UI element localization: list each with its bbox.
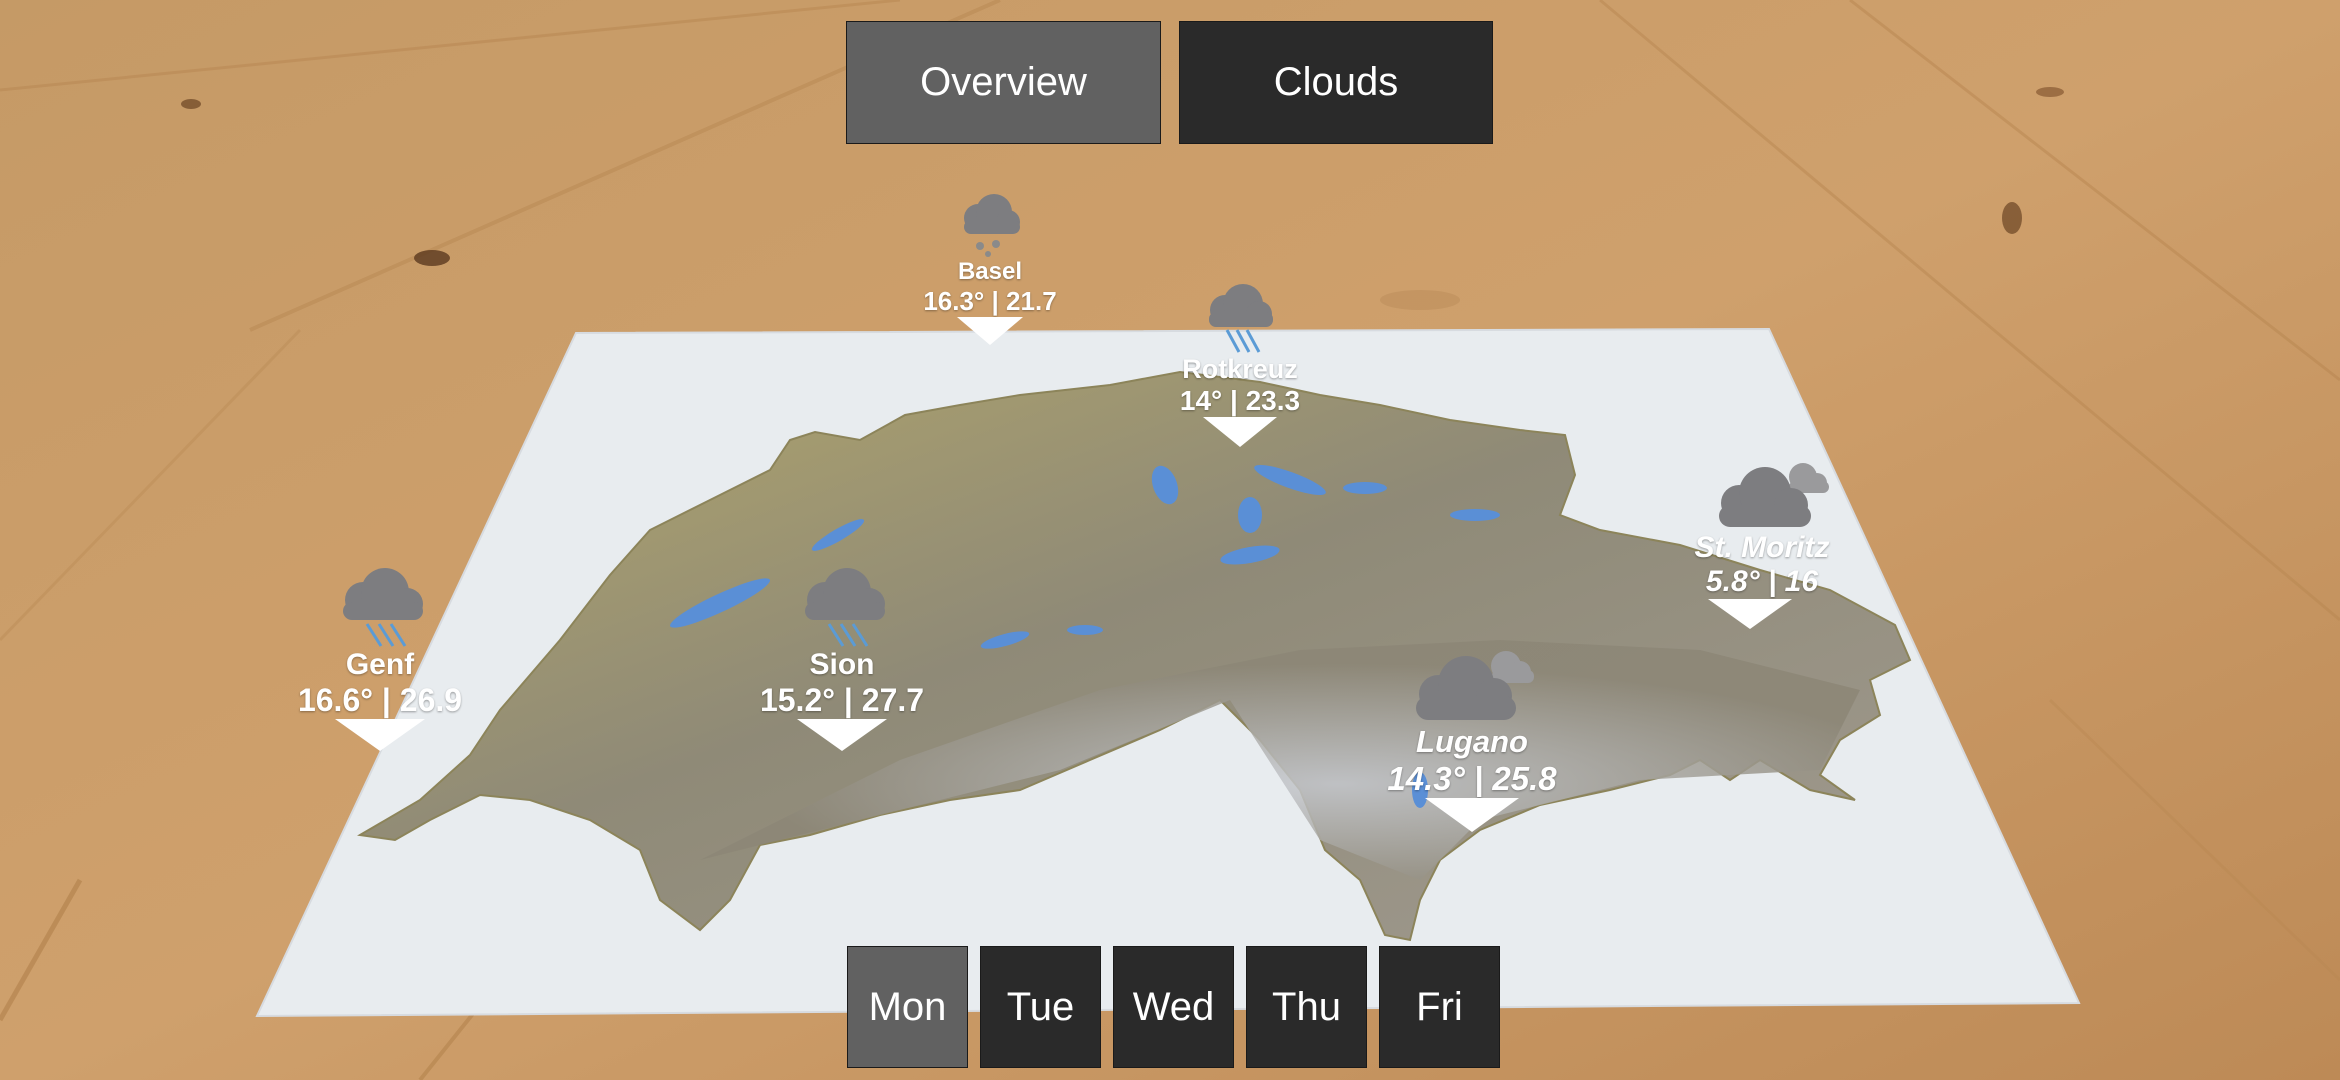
day-button-wed[interactable]: Wed	[1113, 946, 1234, 1068]
day-button-thu[interactable]: Thu	[1246, 946, 1367, 1068]
day-button-mon[interactable]: Mon	[847, 946, 968, 1068]
day-button-tue[interactable]: Tue	[980, 946, 1101, 1068]
city-name: Rotkreuz	[1182, 354, 1298, 384]
location-pin-icon	[1203, 417, 1277, 447]
location-pin-icon	[797, 719, 887, 751]
ar-camera-scene	[0, 0, 2340, 1080]
weather-marker-sion[interactable]: Sion 15.2° | 27.7	[692, 566, 992, 751]
weather-marker-lugano[interactable]: Lugano 14.3° | 25.8	[1322, 644, 1622, 832]
rain-cloud-icon	[805, 568, 885, 647]
temperature-range: 5.8° | 16	[1705, 565, 1819, 598]
city-name: St. Moritz	[1694, 531, 1830, 564]
clouds-button[interactable]: Clouds	[1179, 21, 1493, 144]
temperature-range: 14° | 23.3	[1179, 385, 1301, 416]
cloudy-icon	[1416, 651, 1534, 720]
rain-cloud-icon	[964, 194, 1020, 257]
temperature-range: 14.3° | 25.8	[1387, 760, 1557, 797]
cloudy-icon	[1719, 463, 1829, 527]
temperature-range: 15.2° | 27.7	[759, 682, 925, 718]
temperature-range: 16.6° | 26.9	[297, 682, 463, 718]
location-pin-icon	[957, 317, 1023, 345]
rain-cloud-icon	[1209, 284, 1273, 353]
city-name: Sion	[809, 648, 875, 681]
weather-marker-st-moritz[interactable]: St. Moritz 5.8° | 16	[1612, 455, 1912, 629]
overview-button[interactable]: Overview	[846, 21, 1161, 144]
weather-marker-genf[interactable]: Genf 16.6° | 26.9	[230, 566, 530, 751]
city-name: Genf	[345, 648, 415, 681]
location-pin-icon	[1708, 599, 1792, 629]
rain-cloud-icon	[343, 568, 423, 647]
location-pin-icon	[335, 719, 425, 751]
weather-marker-rotkreuz[interactable]: Rotkreuz 14° | 23.3	[1090, 282, 1390, 447]
day-button-fri[interactable]: Fri	[1379, 946, 1500, 1068]
location-pin-icon	[1425, 798, 1519, 832]
city-name: Lugano	[1416, 724, 1528, 759]
